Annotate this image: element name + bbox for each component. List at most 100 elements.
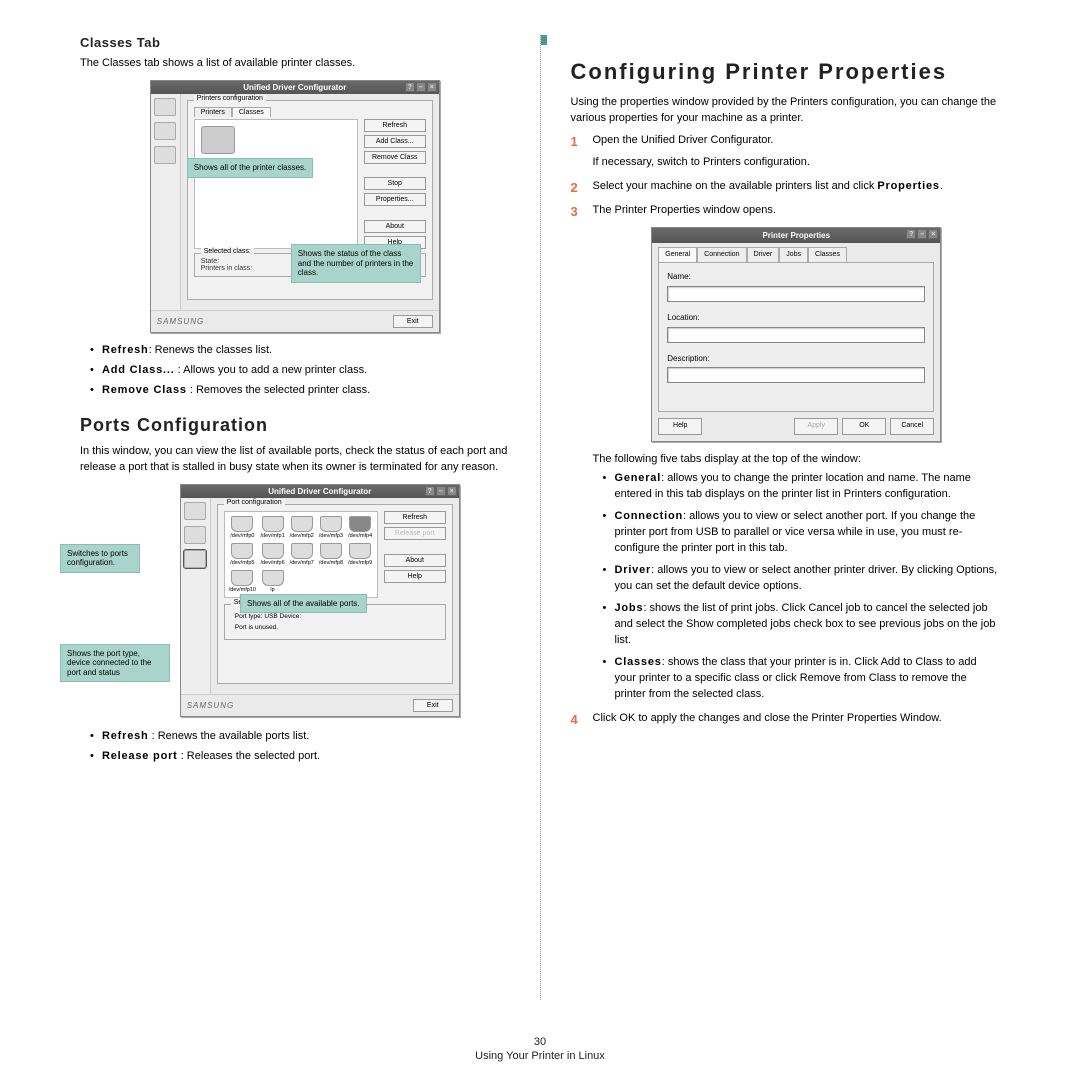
window-titlebar: Unified Driver Configurator ?–×: [151, 81, 439, 94]
tab-descriptions: General: allows you to change the printe…: [593, 471, 1001, 702]
step-number: 2: [571, 179, 578, 198]
refresh-button[interactable]: Refresh: [364, 119, 426, 132]
tab-driver[interactable]: Driver: [747, 247, 780, 262]
port-item[interactable]: /dev/mfp7: [289, 560, 314, 566]
config-tabs[interactable]: Printers Classes: [194, 107, 426, 117]
tab-general[interactable]: General: [658, 247, 697, 262]
ports-bullet-list: Refresh : Renews the available ports lis…: [80, 729, 510, 765]
device-sidebar[interactable]: [151, 94, 181, 310]
port-item[interactable]: /dev/mfp8: [318, 560, 343, 566]
classes-intro: The Classes tab shows a list of availabl…: [80, 56, 510, 72]
window-controls[interactable]: ?–×: [906, 229, 938, 239]
left-column: Classes Tab The Classes tab shows a list…: [60, 35, 540, 1000]
ok-button[interactable]: OK: [842, 418, 886, 434]
scanners-icon[interactable]: [184, 526, 206, 544]
configure-properties-heading: Configuring Printer Properties: [571, 59, 1001, 85]
port-item[interactable]: /dev/mfp3: [318, 533, 343, 539]
stop-button[interactable]: Stop: [364, 177, 426, 190]
step-text: Select your machine on the available pri…: [593, 180, 878, 192]
tab-classes[interactable]: Classes: [232, 107, 271, 117]
step-text: Open the Unified Driver Configurator.: [593, 134, 774, 146]
step-text: Click OK to apply the changes and close …: [593, 712, 942, 724]
tab-jobs[interactable]: Jobs: [779, 247, 808, 262]
port-item[interactable]: /dev/mfp0: [229, 533, 256, 539]
classes-list-area[interactable]: [194, 119, 358, 249]
ports-icon[interactable]: [184, 550, 206, 568]
fieldset-label: Printers configuration: [194, 95, 266, 102]
description-label: Description:: [667, 353, 925, 365]
ports-intro: In this window, you can view the list of…: [80, 444, 510, 476]
callout-switch-ports: Switches to ports configuration.: [60, 544, 140, 573]
location-input[interactable]: [667, 327, 925, 343]
tab-classes[interactable]: Classes: [808, 247, 847, 262]
brand-label: SAMSUNG: [157, 317, 204, 326]
refresh-button[interactable]: Refresh: [384, 511, 446, 524]
port-item-selected[interactable]: /dev/mfp4: [348, 533, 373, 539]
remove-class-button[interactable]: Remove Class: [364, 151, 426, 164]
ports-config-heading: Ports Configuration: [80, 415, 510, 436]
step-number: 1: [571, 133, 578, 152]
description-input[interactable]: [667, 367, 925, 383]
desc-driver: : allows you to view or select another p…: [615, 564, 998, 592]
right-column: Configuring Printer Properties Using the…: [540, 35, 1021, 1000]
ports-grid[interactable]: /dev/mfp0 /dev/mfp1 /dev/mfp2 /dev/mfp3 …: [225, 512, 377, 597]
desc-classes-tab: : shows the class that your printer is i…: [615, 656, 977, 700]
window-controls[interactable]: ?–×: [425, 486, 457, 496]
exit-button[interactable]: Exit: [393, 315, 433, 328]
brand-label: SAMSUNG: [187, 701, 234, 710]
step-4: 4 Click OK to apply the changes and clos…: [571, 711, 1001, 727]
exit-button[interactable]: Exit: [413, 699, 453, 712]
printers-icon[interactable]: [184, 502, 206, 520]
step-text-post: .: [940, 180, 943, 192]
term-properties: Properties: [877, 180, 939, 192]
desc-remove-class: : Removes the selected printer class.: [187, 384, 370, 396]
port-item[interactable]: /dev/mfp6: [260, 560, 285, 566]
tabs-intro: The following five tabs display at the t…: [593, 452, 1001, 468]
port-item[interactable]: lp: [260, 587, 285, 593]
window-title: Printer Properties: [762, 231, 830, 240]
about-button[interactable]: About: [364, 220, 426, 233]
port-status-info: Port is unused.: [231, 622, 439, 633]
printer-properties-window: Printer Properties ?–× General Connectio…: [651, 227, 941, 442]
scanners-icon[interactable]: [154, 122, 176, 140]
add-class-button[interactable]: Add Class...: [364, 135, 426, 148]
chapter-title: Using Your Printer in Linux: [475, 1050, 605, 1062]
classes-bullet-list: Refresh: Renews the classes list. Add Cl…: [80, 343, 510, 399]
port-item[interactable]: /dev/mfp1: [260, 533, 285, 539]
name-input[interactable]: [667, 286, 925, 302]
term-add-class: Add Class...: [102, 364, 175, 376]
step-text: The Printer Properties window opens.: [593, 204, 776, 216]
port-item[interactable]: /dev/mfp10: [229, 587, 256, 593]
ports-icon[interactable]: [154, 146, 176, 164]
step-1: 1 Open the Unified Driver Configurator. …: [571, 133, 1001, 171]
classes-configurator-window: Unified Driver Configurator ?–× Printers…: [150, 80, 440, 333]
port-item[interactable]: /dev/mfp5: [229, 560, 256, 566]
selected-class-label: Selected class:: [201, 248, 254, 255]
properties-tabs[interactable]: General Connection Driver Jobs Classes: [658, 247, 934, 262]
name-label: Name:: [667, 271, 925, 283]
help-button[interactable]: Help: [384, 570, 446, 583]
step-2: 2 Select your machine on the available p…: [571, 179, 1001, 195]
printers-icon[interactable]: [154, 98, 176, 116]
step-number: 4: [571, 711, 578, 730]
callout-class-status: Shows the status of the class and the nu…: [291, 244, 421, 283]
properties-intro: Using the properties window provided by …: [571, 95, 1001, 127]
release-port-button[interactable]: Release port: [384, 527, 446, 540]
help-button[interactable]: Help: [658, 418, 702, 434]
apply-button[interactable]: Apply: [794, 418, 838, 434]
page-number: 30: [0, 1036, 1080, 1048]
about-button[interactable]: About: [384, 554, 446, 567]
device-sidebar[interactable]: [181, 498, 211, 694]
port-item[interactable]: /dev/mfp9: [348, 560, 373, 566]
window-titlebar: Printer Properties ?–×: [652, 228, 940, 244]
port-item[interactable]: /dev/mfp2: [289, 533, 314, 539]
tab-printers[interactable]: Printers: [194, 107, 232, 117]
tab-connection[interactable]: Connection: [697, 247, 746, 262]
window-controls[interactable]: ?–×: [405, 82, 437, 92]
callout-all-classes: Shows all of the printer classes.: [187, 158, 314, 178]
cancel-button[interactable]: Cancel: [890, 418, 934, 434]
desc-general: : allows you to change the printer locat…: [615, 472, 971, 500]
fieldset-label: Port configuration: [224, 499, 285, 506]
properties-button[interactable]: Properties...: [364, 193, 426, 206]
desc-release-port: : Releases the selected port.: [178, 750, 320, 762]
